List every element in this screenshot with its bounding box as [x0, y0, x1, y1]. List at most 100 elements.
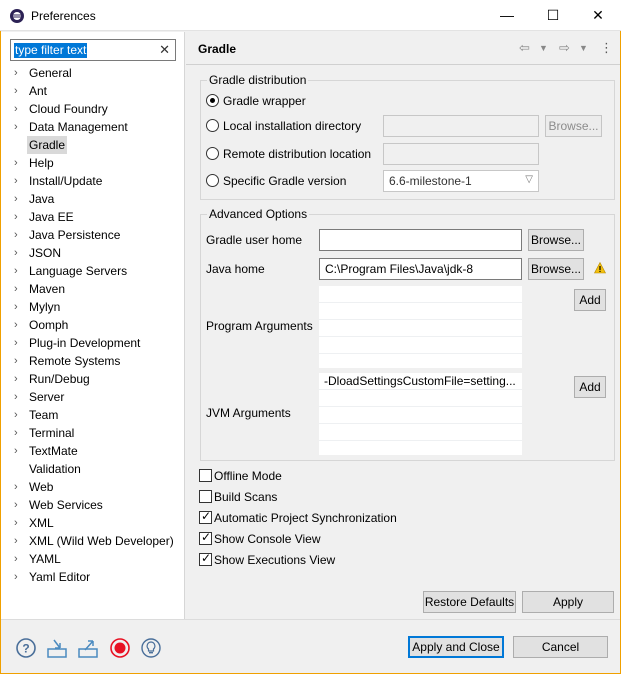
chevron-right-icon[interactable]: › [14, 316, 22, 334]
tree-item[interactable]: › Java Persistence [1, 226, 185, 244]
radio-local-installation[interactable] [206, 119, 219, 132]
lightbulb-icon[interactable] [140, 637, 162, 659]
browse-java-home-button[interactable]: Browse... [528, 258, 584, 280]
tree-item[interactable]: › YAML [1, 550, 185, 568]
chevron-right-icon[interactable]: › [14, 208, 22, 226]
back-arrow-icon[interactable]: ⇦ [519, 40, 530, 56]
show-console-view-checkbox[interactable] [199, 530, 212, 545]
chevron-right-icon[interactable]: › [14, 64, 22, 82]
tree-item[interactable]: › Mylyn [1, 298, 185, 316]
tree-item[interactable]: › Java EE [1, 208, 185, 226]
chevron-right-icon[interactable]: › [14, 496, 22, 514]
forward-dropdown-icon[interactable]: ▼ [579, 43, 588, 53]
cancel-button[interactable]: Cancel [513, 636, 608, 658]
chevron-right-icon[interactable]: › [14, 118, 22, 136]
close-window-button[interactable]: ✕ [575, 0, 621, 31]
chevron-right-icon[interactable]: › [14, 550, 22, 568]
show-executions-view-checkbox[interactable] [199, 551, 212, 566]
tree-item[interactable]: › Yaml Editor [1, 568, 185, 586]
back-dropdown-icon[interactable]: ▼ [539, 43, 548, 53]
export-icon[interactable] [77, 637, 99, 659]
chevron-right-icon[interactable]: › [14, 532, 22, 550]
java-home-input[interactable]: C:\Program Files\Java\jdk-8 [319, 258, 522, 280]
tree-item[interactable]: › Oomph [1, 316, 185, 334]
filter-input[interactable]: type filter text ✕ [10, 39, 176, 61]
jvm-arguments-list[interactable]: -DloadSettingsCustomFile=setting... [319, 373, 522, 455]
tree-item[interactable]: › Java [1, 190, 185, 208]
apply-button[interactable]: Apply [522, 591, 614, 613]
apply-and-close-button[interactable]: Apply and Close [408, 636, 504, 658]
jvm-argument-row[interactable] [319, 424, 522, 441]
maximize-button[interactable]: ☐ [530, 0, 576, 31]
tree-item[interactable]: › General [1, 64, 185, 82]
tree-item[interactable]: › Server [1, 388, 185, 406]
tree-item[interactable]: › Team [1, 406, 185, 424]
chevron-right-icon[interactable]: › [14, 514, 22, 532]
record-icon[interactable] [109, 637, 131, 659]
jvm-argument-row[interactable] [319, 390, 522, 407]
minimize-button[interactable]: — [484, 0, 530, 31]
tree-item[interactable]: › XML (Wild Web Developer) [1, 532, 185, 550]
tree-item[interactable]: › Web Services [1, 496, 185, 514]
restore-defaults-button[interactable]: Restore Defaults [423, 591, 516, 613]
help-icon[interactable]: ? [15, 637, 37, 659]
forward-arrow-icon[interactable]: ⇨ [559, 40, 570, 56]
chevron-right-icon[interactable]: › [14, 280, 22, 298]
clear-filter-icon[interactable]: ✕ [159, 42, 170, 58]
chevron-right-icon[interactable]: › [14, 334, 22, 352]
tree-item[interactable]: › Install/Update [1, 172, 185, 190]
chevron-right-icon[interactable]: › [14, 370, 22, 388]
radio-specific-version[interactable] [206, 174, 219, 187]
tree-item[interactable]: › Plug-in Development [1, 334, 185, 352]
chevron-right-icon[interactable]: › [14, 244, 22, 262]
program-argument-row[interactable] [319, 303, 522, 320]
tree-item[interactable]: › Data Management [1, 118, 185, 136]
tree-item[interactable]: Gradle [1, 136, 185, 154]
chevron-right-icon[interactable]: › [14, 298, 22, 316]
chevron-right-icon[interactable]: › [14, 388, 22, 406]
browse-user-home-button[interactable]: Browse... [528, 229, 584, 251]
import-icon[interactable] [46, 637, 68, 659]
chevron-right-icon[interactable]: › [14, 154, 22, 172]
tree-item[interactable]: › Terminal [1, 424, 185, 442]
tree-item[interactable]: › Ant [1, 82, 185, 100]
tree-item[interactable]: › XML [1, 514, 185, 532]
tree-item[interactable]: › Maven [1, 280, 185, 298]
jvm-argument-row[interactable] [319, 407, 522, 424]
radio-gradle-wrapper[interactable] [206, 94, 219, 107]
tree-item[interactable]: › Help [1, 154, 185, 172]
tree-item[interactable]: › Language Servers [1, 262, 185, 280]
chevron-right-icon[interactable]: › [14, 568, 22, 586]
remote-distribution-field[interactable] [383, 143, 539, 165]
add-program-argument-button[interactable]: Add [574, 289, 606, 311]
tree-item[interactable]: › Remote Systems [1, 352, 185, 370]
chevron-right-icon[interactable]: › [14, 190, 22, 208]
auto-sync-checkbox[interactable] [199, 509, 212, 524]
tree-item[interactable]: Validation [1, 460, 185, 478]
tree-item[interactable]: › Cloud Foundry [1, 100, 185, 118]
program-argument-row[interactable] [319, 286, 522, 303]
program-argument-row[interactable] [319, 337, 522, 354]
chevron-right-icon[interactable]: › [14, 424, 22, 442]
tree-item[interactable]: › Run/Debug [1, 370, 185, 388]
program-arguments-list[interactable] [319, 286, 522, 368]
tree-item[interactable]: › JSON [1, 244, 185, 262]
offline-mode-checkbox[interactable] [199, 469, 212, 482]
chevron-right-icon[interactable]: › [14, 442, 22, 460]
view-menu-icon[interactable]: ⋮ [600, 40, 613, 56]
add-jvm-argument-button[interactable]: Add [574, 376, 606, 398]
gradle-version-select[interactable]: 6.6-milestone-1 ▽ [383, 170, 539, 192]
build-scans-checkbox[interactable] [199, 490, 212, 503]
jvm-argument-row[interactable]: -DloadSettingsCustomFile=setting... [319, 373, 522, 390]
chevron-right-icon[interactable]: › [14, 352, 22, 370]
gradle-user-home-input[interactable] [319, 229, 522, 251]
tree-item[interactable]: › TextMate [1, 442, 185, 460]
chevron-right-icon[interactable]: › [14, 100, 22, 118]
chevron-right-icon[interactable]: › [14, 406, 22, 424]
tree-item[interactable]: › Web [1, 478, 185, 496]
local-directory-field[interactable] [383, 115, 539, 137]
program-argument-row[interactable] [319, 320, 522, 337]
chevron-right-icon[interactable]: › [14, 478, 22, 496]
chevron-right-icon[interactable]: › [14, 262, 22, 280]
chevron-right-icon[interactable]: › [14, 82, 22, 100]
